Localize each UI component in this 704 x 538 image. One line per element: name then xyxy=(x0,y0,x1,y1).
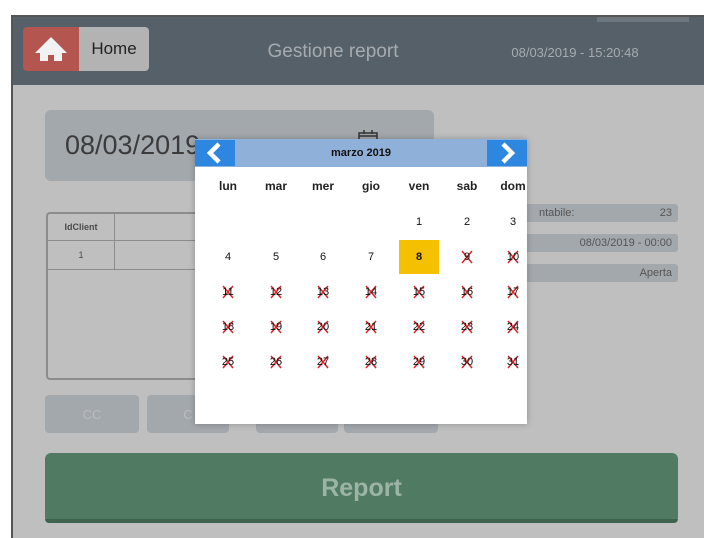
calendar-day-15: 15 xyxy=(399,275,439,309)
calendar-day-number: 10 xyxy=(506,251,520,263)
calendar-day-number: 30 xyxy=(460,356,474,368)
calendar-day-11: 11 xyxy=(208,275,248,309)
calendar-day-number: 6 xyxy=(319,251,327,263)
calendar-day-29: 29 xyxy=(399,345,439,379)
calendar-day-number: 31 xyxy=(506,356,520,368)
calendar-day-number: 26 xyxy=(269,356,283,368)
calendar-day-22: 22 xyxy=(399,310,439,344)
calendar-day-number: 2 xyxy=(463,216,471,228)
calendar-day-number: 9 xyxy=(463,251,471,263)
calendar-day-number: 20 xyxy=(316,321,330,333)
calendar-day-24: 24 xyxy=(493,310,533,344)
weekday-lun: lun xyxy=(219,179,237,193)
calendar-day-number: 14 xyxy=(364,286,378,298)
calendar-day-28: 28 xyxy=(351,345,391,379)
calendar-day-30: 30 xyxy=(447,345,487,379)
table-cell-idclient[interactable]: 1 xyxy=(48,241,115,270)
calendar-day-12: 12 xyxy=(256,275,296,309)
calendar-day-number: 8 xyxy=(415,251,423,263)
chevron-right-icon xyxy=(501,142,516,164)
calendar-day-7[interactable]: 7 xyxy=(351,240,391,274)
calendar-day-number: 18 xyxy=(221,321,235,333)
calendar-day-number: 22 xyxy=(412,321,426,333)
weekday-dom: dom xyxy=(500,179,526,193)
home-icon xyxy=(35,37,67,61)
calendar-day-4[interactable]: 4 xyxy=(208,240,248,274)
top-bar-tab xyxy=(597,17,689,22)
next-month-button[interactable] xyxy=(487,140,527,166)
calendar-day-number: 28 xyxy=(364,356,378,368)
info-value-2: 08/03/2019 - 00:00 xyxy=(579,237,672,249)
calendar-day-number: 19 xyxy=(269,321,283,333)
calendar-day-5[interactable]: 5 xyxy=(256,240,296,274)
calendar-day-2[interactable]: 2 xyxy=(447,205,487,239)
calendar-day-20: 20 xyxy=(303,310,343,344)
calendar-day-number: 25 xyxy=(221,356,235,368)
calendar-day-13: 13 xyxy=(303,275,343,309)
calendar-day-9: 9 xyxy=(447,240,487,274)
calendar-day-number: 1 xyxy=(415,216,423,228)
weekday-sab: sab xyxy=(456,179,478,193)
calendar-day-14: 14 xyxy=(351,275,391,309)
date-value: 08/03/2019 xyxy=(65,130,201,160)
info-label-1: ntabile: xyxy=(539,207,575,219)
calendar-day-18: 18 xyxy=(208,310,248,344)
calendar-day-number: 5 xyxy=(272,251,280,263)
weekday-mar: mar xyxy=(264,179,287,193)
info-value-3: Aperta xyxy=(639,267,672,279)
calendar-day-21: 21 xyxy=(351,310,391,344)
home-icon-button[interactable] xyxy=(23,27,79,71)
calendar-day-25: 25 xyxy=(208,345,248,379)
calendar-day-8[interactable]: 8 xyxy=(399,240,439,274)
info-field-1: ntabile: 23 xyxy=(525,204,678,222)
report-button[interactable]: Report xyxy=(45,453,678,523)
calendar-day-3[interactable]: 3 xyxy=(493,205,533,239)
calendar-day-26: 26 xyxy=(256,345,296,379)
calendar-day-19: 19 xyxy=(256,310,296,344)
calendar-day-number: 29 xyxy=(412,356,426,368)
calendar-day-31: 31 xyxy=(493,345,533,379)
calendar-day-10: 10 xyxy=(493,240,533,274)
weekday-ven: ven xyxy=(408,179,430,193)
action-button-1[interactable]: CC xyxy=(45,395,139,433)
calendar-header: marzo 2019 xyxy=(195,139,527,167)
calendar-day-number: 21 xyxy=(364,321,378,333)
calendar-day-number: 4 xyxy=(224,251,232,263)
calendar-day-23: 23 xyxy=(447,310,487,344)
calendar-day-number: 3 xyxy=(509,216,517,228)
calendar-day-number: 13 xyxy=(316,286,330,298)
calendar-day-number: 24 xyxy=(506,321,520,333)
calendar-popup: marzo 2019 lun mar mer gio ven sab dom 1234567… xyxy=(195,139,527,424)
calendar-day-number: 11 xyxy=(222,286,234,298)
home-button[interactable]: Home xyxy=(79,27,149,71)
calendar-day-number: 16 xyxy=(460,286,474,298)
top-bar: Home Gestione report 08/03/2019 - 15:20:… xyxy=(13,17,704,85)
weekday-mer: mer xyxy=(311,179,334,193)
calendar-day-number: 27 xyxy=(316,356,330,368)
current-datetime: 08/03/2019 - 15:20:48 xyxy=(511,45,639,60)
calendar-day-number: 12 xyxy=(269,286,283,298)
calendar-day-1[interactable]: 1 xyxy=(399,205,439,239)
calendar-day-17: 17 xyxy=(493,275,533,309)
info-field-3: Aperta xyxy=(525,264,678,282)
calendar-month-label: marzo 2019 xyxy=(331,147,391,159)
info-field-2: 08/03/2019 - 00:00 xyxy=(525,234,678,252)
calendar-day-number: 23 xyxy=(460,321,474,333)
calendar-day-27: 27 xyxy=(303,345,343,379)
page-title: Gestione report xyxy=(267,41,399,62)
calendar-day-number: 17 xyxy=(506,286,520,298)
column-header-idclient[interactable]: IdClient xyxy=(48,214,115,241)
calendar-day-number: 7 xyxy=(367,251,375,263)
calendar-day-6[interactable]: 6 xyxy=(303,240,343,274)
info-value-1: 23 xyxy=(659,207,672,219)
calendar-day-number: 15 xyxy=(412,286,426,298)
calendar-day-16: 16 xyxy=(447,275,487,309)
weekday-gio: gio xyxy=(362,179,380,193)
